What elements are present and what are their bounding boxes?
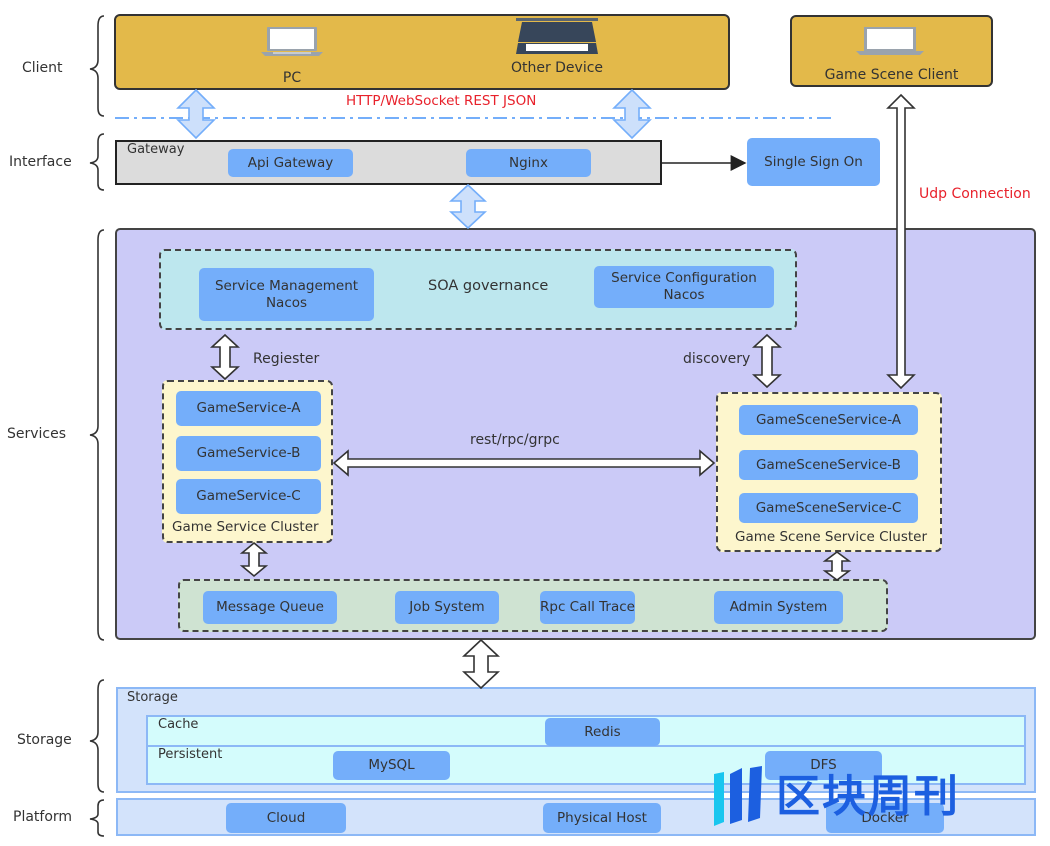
admin-system-node[interactable]: Admin System	[714, 591, 843, 624]
game-scene-service-node[interactable]: GameSceneService-B	[739, 450, 918, 480]
brace-platform	[89, 799, 105, 837]
watermark-text: 区块周刊	[776, 771, 960, 822]
layer-label-storage: Storage	[17, 732, 72, 748]
api-gateway-node[interactable]: Api Gateway	[228, 149, 353, 177]
redis-node[interactable]: Redis	[545, 718, 660, 746]
soa-title: SOA governance	[428, 278, 549, 294]
rpc-call-trace-node[interactable]: Rpc Call Trace	[540, 591, 635, 624]
pc-gateway-arrow	[176, 88, 216, 140]
discovery-label: discovery	[683, 351, 751, 367]
game-service-node[interactable]: GameService-B	[176, 436, 321, 471]
layer-label-client: Client	[22, 60, 63, 76]
brace-interface	[89, 133, 105, 191]
gateway-title: Gateway	[127, 142, 185, 157]
mysql-node[interactable]: MySQL	[333, 751, 450, 780]
rpc-label: rest/rpc/grpc	[470, 432, 560, 448]
persistent-title: Persistent	[158, 747, 223, 762]
layer-label-services: Services	[7, 426, 67, 442]
layer-braces	[89, 15, 105, 837]
physical-host-node[interactable]: Physical Host	[543, 803, 661, 833]
sso-node[interactable]: Single Sign On	[747, 138, 880, 186]
register-label: Regiester	[253, 351, 320, 367]
cache-title: Cache	[158, 717, 199, 732]
layer-label-interface: Interface	[9, 154, 72, 170]
cache-tier: Cache Redis	[146, 715, 1026, 747]
game-scene-service-node[interactable]: GameSceneService-A	[739, 405, 918, 435]
client-panel: PC Other Device	[114, 14, 730, 90]
nginx-node[interactable]: Nginx	[466, 149, 591, 177]
brace-services	[89, 229, 105, 641]
protocol-label: HTTP/WebSocket REST JSON	[346, 93, 537, 109]
game-scene-service-node[interactable]: GameSceneService-C	[739, 493, 918, 523]
game-service-node[interactable]: GameService-C	[176, 479, 321, 514]
game-service-cluster: GameService-A GameService-B GameService-…	[162, 380, 333, 543]
pc-label: PC	[282, 70, 302, 86]
laptop-icon	[261, 27, 323, 56]
cloud-node[interactable]: Cloud	[226, 803, 346, 833]
service-configuration-node[interactable]: Service Configuration Nacos	[594, 266, 774, 308]
watermark-logo-icon	[714, 766, 762, 826]
brace-client	[89, 15, 105, 117]
game-scene-service-cluster-title: Game Scene Service Cluster	[735, 529, 928, 545]
brace-storage	[89, 679, 105, 793]
game-scene-service-cluster: GameSceneService-A GameSceneService-B Ga…	[716, 392, 942, 552]
game-scene-client-label: Game Scene Client	[824, 67, 959, 83]
device-gateway-arrow	[612, 88, 652, 140]
watermark: 区块周刊	[712, 766, 960, 827]
job-system-node[interactable]: Job System	[395, 591, 499, 624]
laptop-icon	[856, 27, 924, 55]
gateway-services-arrow	[448, 183, 488, 230]
other-device-node[interactable]: Other Device	[492, 16, 622, 76]
game-service-cluster-title: Game Service Cluster	[172, 519, 319, 535]
udp-label: Udp Connection	[919, 186, 1031, 202]
other-device-label: Other Device	[510, 60, 604, 76]
tablet-device-icon	[516, 18, 598, 54]
gateway-panel: Gateway Api Gateway Nginx	[115, 140, 662, 185]
message-queue-node[interactable]: Message Queue	[203, 591, 337, 624]
storage-title: Storage	[127, 690, 178, 705]
game-service-node[interactable]: GameService-A	[176, 391, 321, 426]
soa-governance-group: Service Management Nacos SOA governance …	[159, 249, 797, 330]
game-scene-client-node[interactable]: Game Scene Client	[790, 15, 993, 87]
services-storage-arrow	[461, 638, 501, 690]
service-management-node[interactable]: Service Management Nacos	[199, 268, 374, 321]
pc-node[interactable]: PC	[259, 24, 325, 86]
infrastructure-group: Message Queue Job System Rpc Call Trace …	[178, 579, 888, 632]
layer-label-platform: Platform	[13, 809, 73, 825]
